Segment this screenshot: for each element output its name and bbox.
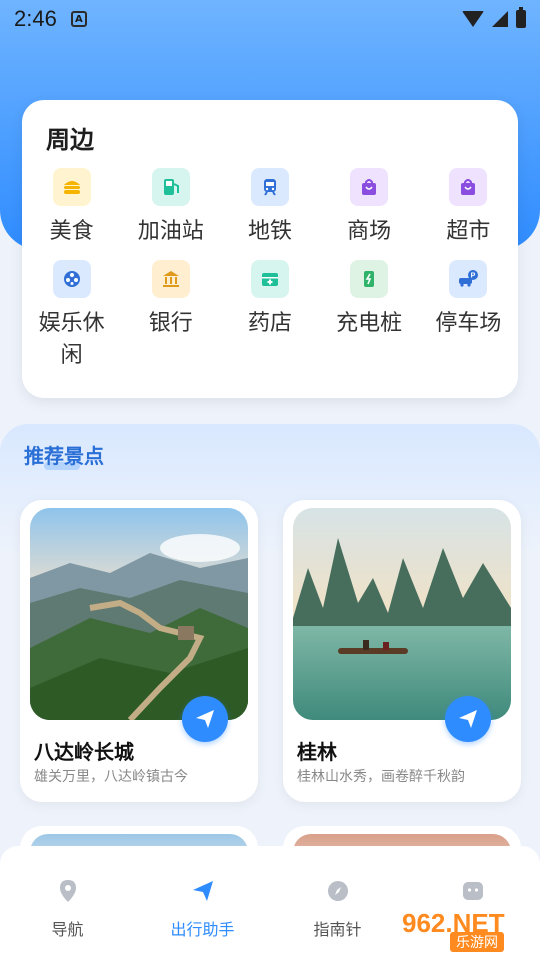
spot-name: 桂林 [297, 740, 337, 764]
nearby-item-gas-station[interactable]: 加油站 [121, 168, 220, 248]
spot-desc: 桂林山水秀，画卷醉千秋韵 [297, 769, 465, 785]
spot-card-great-wall[interactable]: 八达岭长城 雄关万里，八达岭镇古今 [20, 500, 258, 802]
shopping-bag-icon [350, 168, 389, 206]
medicine-box-icon [250, 260, 289, 298]
nearby-item-entertainment[interactable]: 娱乐休闲 [22, 260, 121, 372]
paper-plane-icon [459, 710, 477, 728]
send-button[interactable] [445, 696, 491, 742]
nearby-item-label: 停车场 [435, 311, 502, 336]
recommend-title: 推荐景点 [24, 444, 104, 468]
status-indicators [462, 7, 526, 28]
nearby-item-label: 地铁 [247, 219, 292, 244]
spot-desc: 雄关万里，八达岭镇古今 [34, 769, 188, 785]
status-bar: 2:46 A [0, 0, 540, 38]
great-wall-image [30, 508, 248, 720]
nearby-item-label: 美食 [49, 219, 94, 244]
compass-icon [325, 878, 351, 904]
recommend-panel: 推荐景点 八达岭长城 雄关万里，八达岭镇古今 桂林 桂林山水秀，画卷醉千秋韵 [0, 424, 540, 886]
watermark-logo: 962.NET 乐游网 [402, 908, 532, 954]
battery-icon [516, 7, 526, 28]
nearby-grid: 美食 加油站 地铁 商场 超市 娱乐休闲 银行 药店 充电桩 P 停车场 [22, 168, 518, 372]
nearby-item-food[interactable]: 美食 [22, 168, 121, 248]
burger-icon [52, 168, 91, 206]
nearby-title: 周边 [46, 126, 94, 154]
paper-plane-icon [190, 878, 216, 904]
robot-face-icon [460, 878, 486, 904]
notification-app-icon: A [70, 11, 87, 27]
parking-icon: P [449, 260, 488, 298]
nav-label: 指南针 [313, 920, 362, 939]
nearby-item-charging[interactable]: 充电桩 [320, 260, 419, 372]
nav-item-compass[interactable]: 指南针 [270, 846, 405, 960]
nearby-item-bank[interactable]: 银行 [121, 260, 220, 372]
nearby-item-label: 加油站 [137, 219, 204, 244]
svg-text:P: P [471, 273, 476, 280]
paper-plane-icon [196, 710, 214, 728]
nearby-item-label: 充电桩 [336, 311, 403, 336]
nearby-item-label: 超市 [446, 219, 491, 244]
spot-card-guilin[interactable]: 桂林 桂林山水秀，画卷醉千秋韵 [283, 500, 521, 802]
film-reel-icon [52, 260, 91, 298]
nav-item-navigation[interactable]: 导航 [0, 846, 135, 960]
nearby-item-label: 药店 [247, 311, 292, 336]
watermark-sub: 乐游网 [450, 932, 504, 952]
charging-station-icon [350, 260, 389, 298]
cell-signal-icon [492, 11, 508, 27]
nearby-item-label: 娱乐休闲 [38, 311, 105, 368]
nearby-card: 周边 美食 加油站 地铁 商场 超市 娱乐休闲 银行 药店 充电桩 P 停车场 [22, 100, 518, 398]
nearby-item-mall[interactable]: 商场 [320, 168, 419, 248]
wifi-icon [462, 11, 484, 27]
status-time: 2:46 [14, 6, 57, 31]
nearby-item-parking[interactable]: P 停车场 [419, 260, 518, 372]
bank-icon [151, 260, 190, 298]
nav-item-travel-assistant[interactable]: 出行助手 [135, 846, 270, 960]
metro-icon [250, 168, 289, 206]
shopping-bag-icon [449, 168, 488, 206]
spot-name: 八达岭长城 [34, 740, 134, 764]
gas-station-icon [151, 168, 190, 206]
nav-label: 导航 [51, 920, 84, 939]
guilin-river-image [293, 508, 511, 720]
nearby-item-metro[interactable]: 地铁 [220, 168, 319, 248]
nav-label: 出行助手 [170, 920, 235, 939]
nearby-item-supermarket[interactable]: 超市 [419, 168, 518, 248]
nearby-item-label: 银行 [148, 311, 193, 336]
nearby-item-label: 商场 [347, 219, 392, 244]
nearby-item-pharmacy[interactable]: 药店 [220, 260, 319, 372]
location-pin-icon [55, 878, 81, 904]
send-button[interactable] [182, 696, 228, 742]
